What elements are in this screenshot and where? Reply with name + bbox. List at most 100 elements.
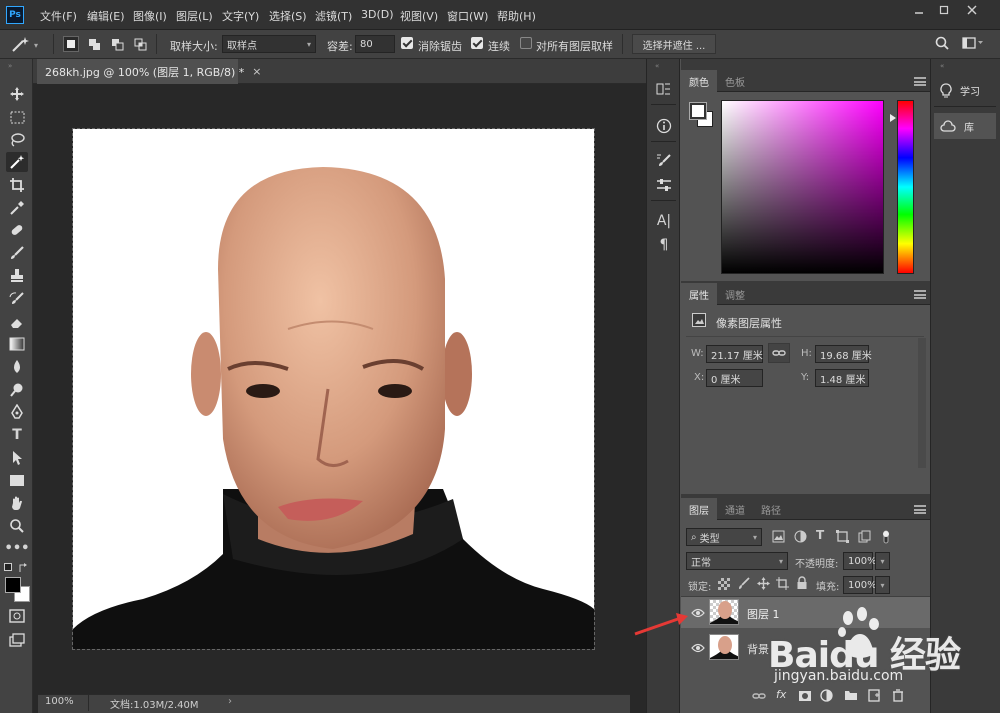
menu-edit[interactable]: 编辑(E): [87, 8, 125, 24]
visibility-eye-icon[interactable]: [691, 643, 705, 653]
learn-button[interactable]: 学习: [934, 77, 996, 103]
path-selection-tool-icon[interactable]: [6, 448, 28, 468]
lock-image-icon[interactable]: [738, 577, 751, 590]
lock-position-icon[interactable]: [757, 577, 770, 590]
more-tools-icon[interactable]: •••: [5, 538, 30, 558]
new-selection-button[interactable]: [63, 36, 79, 52]
restore-icon[interactable]: [930, 2, 958, 18]
gradient-tool-icon[interactable]: [6, 334, 28, 354]
menu-view[interactable]: 视图(V): [400, 8, 438, 24]
tab-channels[interactable]: 通道: [717, 498, 753, 520]
tolerance-input[interactable]: 80: [355, 35, 395, 53]
new-group-icon[interactable]: [844, 689, 858, 701]
contiguous-checkbox[interactable]: [471, 37, 483, 49]
rectangle-tool-icon[interactable]: [6, 470, 28, 490]
zoom-level[interactable]: 100%: [45, 696, 74, 707]
menu-file[interactable]: 文件(F): [40, 8, 77, 24]
tab-color[interactable]: 颜色: [681, 70, 717, 92]
status-menu-chevron-icon[interactable]: ›: [228, 696, 232, 707]
blend-mode-select[interactable]: 正常 ▾: [686, 552, 788, 570]
zoom-tool-icon[interactable]: [6, 516, 28, 536]
subtract-selection-button[interactable]: [109, 36, 125, 52]
adjustment-layer-icon[interactable]: [820, 689, 833, 702]
lock-artboard-icon[interactable]: [776, 577, 789, 590]
foreground-color-chip[interactable]: [689, 102, 707, 120]
brush-tool-icon[interactable]: [6, 243, 28, 263]
width-input[interactable]: 21.17 厘米: [706, 345, 763, 363]
tab-adjustments[interactable]: 调整: [717, 283, 753, 305]
panel-menu-icon[interactable]: [914, 290, 926, 299]
lock-all-icon[interactable]: [796, 576, 808, 590]
panel-menu-icon[interactable]: [914, 505, 926, 514]
paragraph-panel-icon[interactable]: ¶: [654, 235, 674, 255]
swap-colors-icon[interactable]: [18, 562, 30, 574]
add-mask-icon[interactable]: [798, 690, 812, 702]
fill-input[interactable]: 100%: [843, 576, 877, 594]
antialias-checkbox[interactable]: [401, 37, 413, 49]
eyedropper-tool-icon[interactable]: [6, 198, 28, 218]
crop-tool-icon[interactable]: [6, 175, 28, 195]
lasso-tool-icon[interactable]: [6, 130, 28, 150]
minimize-icon[interactable]: [905, 2, 933, 18]
pen-tool-icon[interactable]: [6, 402, 28, 422]
fill-dropdown-icon[interactable]: ▾: [875, 576, 890, 594]
blur-tool-icon[interactable]: [6, 357, 28, 377]
filter-toggle-icon[interactable]: [881, 529, 891, 545]
visibility-eye-icon[interactable]: [691, 608, 705, 618]
brush-settings-icon[interactable]: [654, 151, 674, 171]
tab-layers[interactable]: 图层: [681, 498, 717, 520]
hand-tool-icon[interactable]: [6, 493, 28, 513]
lock-transparent-icon[interactable]: [718, 578, 730, 590]
character-panel-icon[interactable]: A|: [654, 211, 674, 231]
close-icon[interactable]: [958, 2, 986, 18]
history-brush-tool-icon[interactable]: [6, 289, 28, 309]
foreground-color-swatch[interactable]: [5, 577, 21, 593]
filter-smart-object-icon[interactable]: [858, 530, 872, 544]
hue-slider-handle[interactable]: [890, 114, 896, 122]
add-selection-button[interactable]: [86, 36, 102, 52]
select-and-mask-button[interactable]: 选择并遮住 ...: [632, 34, 716, 54]
sample-size-select[interactable]: 取样点 ▾: [222, 35, 316, 53]
menu-layer[interactable]: 图层(L): [176, 8, 213, 24]
close-tab-icon[interactable]: ×: [252, 65, 261, 78]
canvas-image[interactable]: [72, 128, 595, 650]
default-colors-icon[interactable]: [4, 563, 12, 571]
quick-mask-icon[interactable]: [6, 606, 28, 626]
link-dimensions-icon[interactable]: [768, 343, 790, 363]
type-tool-icon[interactable]: T: [6, 425, 28, 445]
collapse-toolbar-icon[interactable]: »: [8, 62, 12, 70]
new-layer-icon[interactable]: [868, 689, 881, 702]
collapse-panels-icon[interactable]: «: [655, 62, 659, 70]
menu-filter[interactable]: 滤镜(T): [315, 8, 352, 24]
filter-shape-icon[interactable]: [836, 530, 850, 544]
scrollbar[interactable]: [918, 338, 926, 468]
delete-layer-icon[interactable]: [892, 689, 904, 702]
menu-3d[interactable]: 3D(D): [361, 8, 394, 21]
color-field-picker[interactable]: [721, 100, 884, 274]
tool-preset-picker[interactable]: ▾: [10, 35, 44, 55]
dodge-tool-icon[interactable]: [6, 380, 28, 400]
search-icon[interactable]: [935, 36, 949, 50]
workspace-icon[interactable]: [962, 37, 984, 49]
intersect-selection-button[interactable]: [132, 36, 148, 52]
menu-image[interactable]: 图像(I): [133, 8, 167, 24]
height-input[interactable]: 19.68 厘米: [815, 345, 872, 363]
menu-type[interactable]: 文字(Y): [222, 8, 259, 24]
menu-window[interactable]: 窗口(W): [447, 8, 488, 24]
x-input[interactable]: 0 厘米: [706, 369, 763, 387]
opacity-input[interactable]: 100%: [843, 552, 877, 570]
collapse-learn-icon[interactable]: «: [940, 62, 944, 70]
panel-menu-icon[interactable]: [914, 77, 926, 86]
adjustments-sliders-icon[interactable]: [654, 175, 674, 195]
eraser-tool-icon[interactable]: [6, 312, 28, 332]
opacity-dropdown-icon[interactable]: ▾: [875, 552, 890, 570]
magic-wand-tool-icon[interactable]: [6, 152, 28, 172]
menu-help[interactable]: 帮助(H): [497, 8, 536, 24]
filter-adjustment-icon[interactable]: [794, 530, 808, 544]
move-tool-icon[interactable]: [6, 84, 28, 104]
layer-name[interactable]: 背景: [747, 641, 769, 657]
screen-mode-icon[interactable]: [6, 630, 28, 650]
sample-all-layers-checkbox[interactable]: [520, 37, 532, 49]
marquee-tool-icon[interactable]: [6, 107, 28, 127]
library-button[interactable]: 库: [934, 113, 996, 139]
